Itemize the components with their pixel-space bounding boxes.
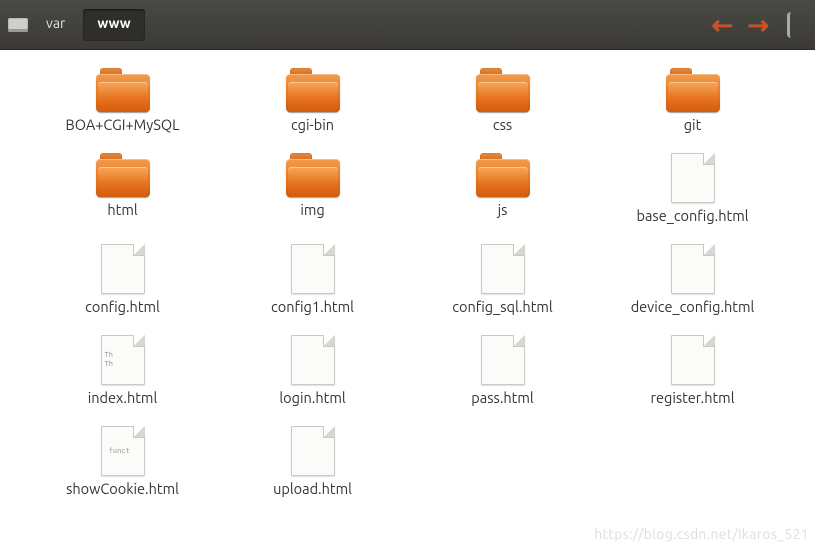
forward-button[interactable]: → [747, 12, 769, 38]
folder-item[interactable]: cgi-bin [218, 68, 408, 133]
html-file-icon: ThTh [101, 335, 145, 385]
item-label: img [300, 201, 324, 218]
file-item[interactable]: login.html [218, 335, 408, 406]
html-file-icon [481, 244, 525, 294]
file-item[interactable]: config1.html [218, 244, 408, 315]
html-file-icon [671, 335, 715, 385]
folder-item[interactable]: js [408, 153, 598, 224]
folder-icon [96, 153, 150, 197]
item-label: config_sql.html [452, 298, 552, 315]
file-preview-line: ThTh [105, 351, 141, 369]
item-label: register.html [651, 389, 735, 406]
html-file-icon [671, 244, 715, 294]
folder-item[interactable]: css [408, 68, 598, 133]
folder-item[interactable]: img [218, 153, 408, 224]
item-label: cgi-bin [291, 116, 334, 133]
item-label: css [493, 116, 512, 133]
nav-extra-icon[interactable] [787, 12, 801, 38]
file-preview-line: funct [109, 447, 130, 455]
breadcrumb-var[interactable]: var [32, 9, 79, 41]
file-item[interactable]: ThTh index.html [28, 335, 218, 406]
file-item[interactable]: config_sql.html [408, 244, 598, 315]
path-toolbar: var www ← → [0, 0, 815, 50]
item-label: git [684, 116, 702, 133]
html-file-icon [291, 426, 335, 476]
item-label: login.html [279, 389, 345, 406]
item-label: BOA+CGI+MySQL [66, 116, 180, 133]
nav-buttons: ← → [711, 12, 807, 38]
back-button[interactable]: ← [711, 12, 733, 38]
file-grid: BOA+CGI+MySQL cgi-bin css git html img js base_… [0, 50, 815, 507]
item-label: showCookie.html [66, 480, 179, 497]
item-label: js [498, 201, 508, 218]
folder-icon [476, 153, 530, 197]
folder-item[interactable]: BOA+CGI+MySQL [28, 68, 218, 133]
file-preview-line: funct [109, 447, 130, 455]
file-preview-line: ThTh [105, 351, 141, 369]
file-item[interactable]: funct showCookie.html [28, 426, 218, 497]
folder-item[interactable]: html [28, 153, 218, 224]
item-label: upload.html [273, 480, 352, 497]
item-label: pass.html [471, 389, 533, 406]
file-preview-line: funct [105, 447, 130, 455]
item-label: config1.html [271, 298, 354, 315]
html-file-icon [101, 244, 145, 294]
item-label: config.html [85, 298, 160, 315]
file-item[interactable]: base_config.html [598, 153, 788, 224]
file-item[interactable]: upload.html [218, 426, 408, 497]
item-label: index.html [88, 389, 158, 406]
device-root-icon[interactable] [8, 18, 28, 32]
folder-icon [286, 68, 340, 112]
watermark-text: https://blog.csdn.net/Ikaros_521 [594, 526, 809, 542]
html-file-icon [291, 244, 335, 294]
folder-item[interactable]: git [598, 68, 788, 133]
html-file-icon: funct [101, 426, 145, 476]
item-label: html [107, 201, 137, 218]
folder-icon [476, 68, 530, 112]
html-file-icon [291, 335, 335, 385]
folder-icon [96, 68, 150, 112]
folder-icon [286, 153, 340, 197]
html-file-icon [671, 153, 715, 203]
file-preview-line: funct [105, 447, 141, 456]
item-label: device_config.html [631, 298, 755, 315]
file-item[interactable]: config.html [28, 244, 218, 315]
file-item[interactable]: pass.html [408, 335, 598, 406]
folder-icon [666, 68, 720, 112]
breadcrumb-www[interactable]: www [83, 9, 144, 41]
item-label: base_config.html [636, 207, 748, 224]
file-item[interactable]: device_config.html [598, 244, 788, 315]
breadcrumb: var www [8, 9, 145, 41]
html-file-icon [481, 335, 525, 385]
file-item[interactable]: register.html [598, 335, 788, 406]
